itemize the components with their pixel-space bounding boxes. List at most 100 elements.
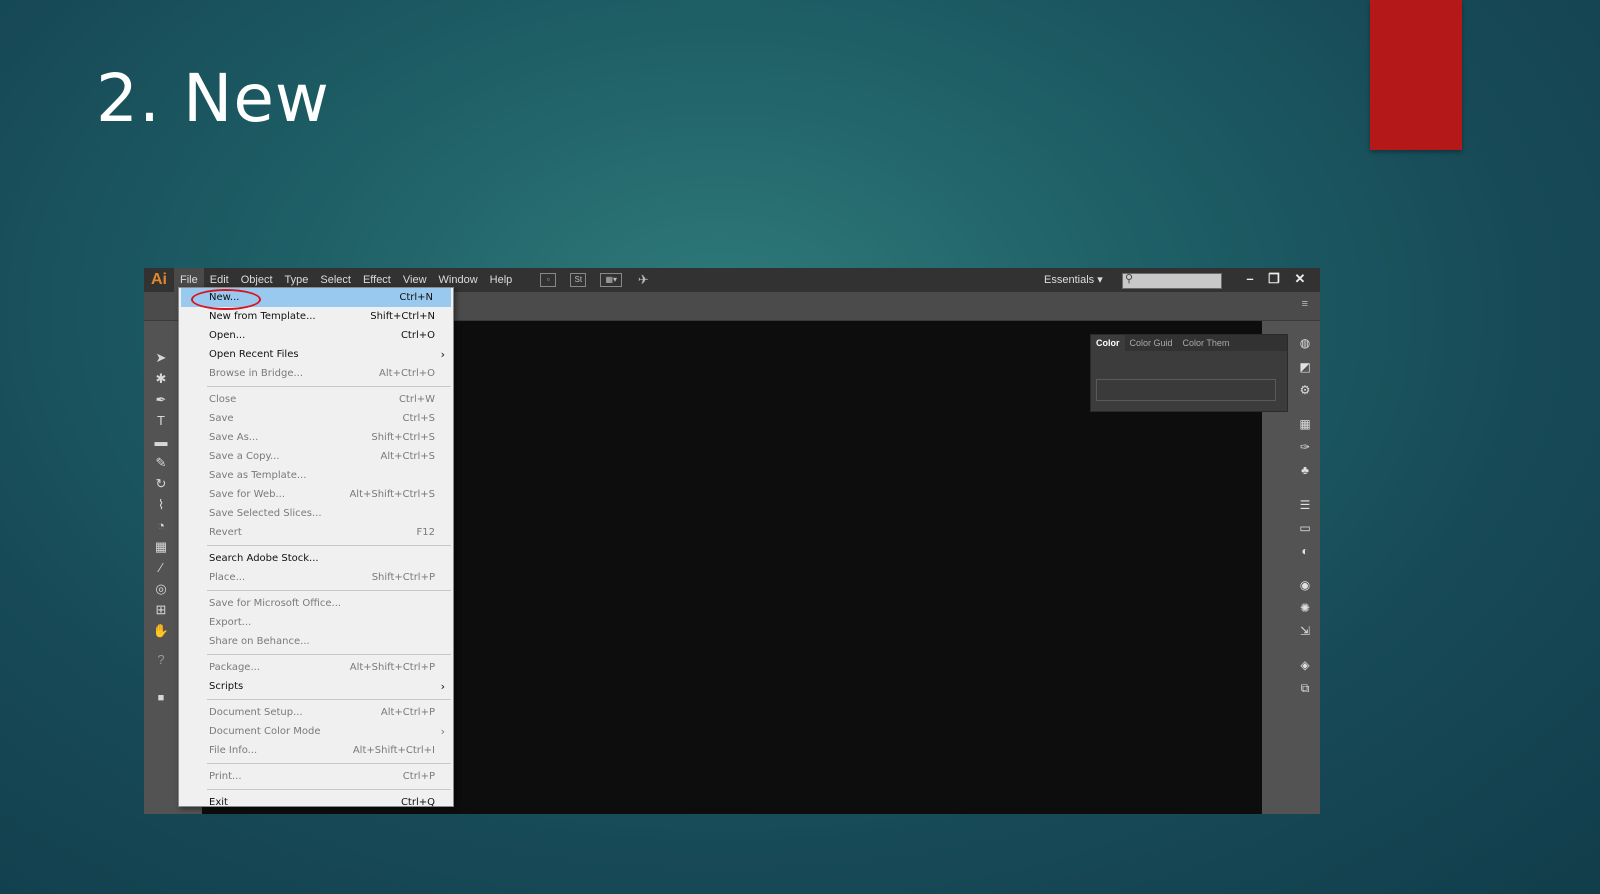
menu-item-label: Close: [209, 394, 237, 405]
menu-item-new-from-template[interactable]: New from Template... Shift+Ctrl+N: [179, 307, 453, 326]
restore-button[interactable]: ❐: [1262, 268, 1286, 292]
menu-separator: [207, 386, 451, 387]
menu-item-open[interactable]: Open... Ctrl+O: [179, 326, 453, 345]
menu-item-label: Open Recent Files: [209, 349, 299, 360]
selection-tool-icon[interactable]: ➤: [152, 349, 170, 367]
menu-item-label: Scripts: [209, 681, 244, 692]
menu-item-label: New from Template...: [209, 311, 316, 322]
menu-item-shortcut: Ctrl+W: [398, 394, 435, 405]
menu-item-label: Share on Behance...: [209, 636, 310, 647]
fill-stroke-icon[interactable]: ■: [152, 689, 170, 707]
rotate-tool-icon[interactable]: ↻: [152, 475, 170, 493]
menu-item-open-recent[interactable]: Open Recent Files ›: [179, 345, 453, 364]
menu-item-shortcut: Ctrl+N: [399, 292, 433, 303]
menu-item-save-as: Save As... Shift+Ctrl+S: [179, 428, 453, 447]
menu-item-label: New...: [209, 292, 240, 303]
control-bar-menu-icon[interactable]: ≡: [1302, 298, 1308, 310]
menu-item-scripts[interactable]: Scripts ›: [179, 677, 453, 696]
symbols-icon[interactable]: ♣: [1297, 462, 1313, 478]
color-panel: Color Color Guid Color Them: [1090, 334, 1288, 412]
workspace-label: Essentials: [1044, 274, 1095, 286]
menu-item-label: Open...: [209, 330, 246, 341]
menu-item-shortcut: Alt+Ctrl+O: [379, 368, 435, 379]
menu-item-save-template: Save as Template...: [179, 466, 453, 485]
menu-item-revert: Revert F12: [179, 523, 453, 542]
graphic-styles-icon[interactable]: ✺: [1297, 600, 1313, 616]
menu-item-label: Export...: [209, 617, 252, 628]
tab-color-guide[interactable]: Color Guid: [1125, 335, 1178, 351]
hand-tool-icon[interactable]: ✋: [152, 622, 170, 640]
pen-tool-icon[interactable]: ✒: [152, 391, 170, 409]
menu-help[interactable]: Help: [484, 268, 519, 292]
menu-item-label: Browse in Bridge...: [209, 368, 304, 379]
swatches-icon[interactable]: ▦: [1297, 416, 1313, 432]
menu-item-package: Package... Alt+Shift+Ctrl+P: [179, 658, 453, 677]
asset-export-icon[interactable]: ⇲: [1297, 623, 1313, 639]
pencil-tool-icon[interactable]: ✎: [152, 454, 170, 472]
color-spectrum[interactable]: [1096, 379, 1276, 401]
menu-item-shortcut: Ctrl+O: [400, 330, 435, 341]
menu-item-label: Search Adobe Stock...: [209, 553, 319, 564]
help-icon[interactable]: ?: [152, 651, 170, 669]
shape-builder-tool-icon[interactable]: ◔: [152, 517, 170, 535]
red-accent-bar: [1370, 0, 1462, 150]
gradient-icon[interactable]: ▭: [1297, 520, 1313, 536]
warp-tool-icon[interactable]: ⌇: [152, 496, 170, 514]
search-input[interactable]: ⚲: [1122, 273, 1222, 289]
brushes-icon[interactable]: ✑: [1297, 439, 1313, 455]
close-button[interactable]: ✕: [1288, 268, 1312, 292]
rectangle-tool-icon[interactable]: ▬: [152, 433, 170, 451]
menu-separator: [207, 654, 451, 655]
panel-dock: ◍ ◩ ⚙ ▦ ✑ ♣ ☰ ▭ ◐ ◉ ✺ ⇲ ◈ ⧉: [1290, 321, 1320, 814]
menu-item-label: Save for Microsoft Office...: [209, 598, 342, 609]
menu-item-save-ms-office: Save for Microsoft Office...: [179, 594, 453, 613]
symbol-sprayer-tool-icon[interactable]: ◎: [152, 580, 170, 598]
menu-item-shortcut: Alt+Shift+Ctrl+S: [349, 489, 435, 500]
submenu-arrow-icon: ›: [440, 348, 445, 361]
slide-title: 2. New: [96, 60, 330, 137]
type-tool-icon[interactable]: T: [152, 412, 170, 430]
stroke-icon[interactable]: ☰: [1297, 497, 1313, 513]
menu-item-exit[interactable]: Exit Ctrl+Q: [179, 793, 453, 812]
magic-wand-tool-icon[interactable]: ✱: [152, 370, 170, 388]
artboards-icon[interactable]: ⧉: [1297, 680, 1313, 696]
transparency-icon[interactable]: ◐: [1297, 543, 1313, 559]
menu-item-browse-bridge: Browse in Bridge... Alt+Ctrl+O: [179, 364, 453, 383]
menu-separator: [207, 763, 451, 764]
menu-item-label: Exit: [209, 797, 228, 808]
menu-item-shortcut: Alt+Ctrl+S: [380, 451, 435, 462]
appearance-icon[interactable]: ◉: [1297, 577, 1313, 593]
menu-item-save-copy: Save a Copy... Alt+Ctrl+S: [179, 447, 453, 466]
menu-item-label: Save: [209, 413, 234, 424]
color-panel-tabs: Color Color Guid Color Them: [1091, 335, 1287, 351]
menu-separator: [207, 590, 451, 591]
artboard-tool-icon[interactable]: ⊞: [152, 601, 170, 619]
menu-item-label: Save for Web...: [209, 489, 285, 500]
menu-item-document-setup: Document Setup... Alt+Ctrl+P: [179, 703, 453, 722]
color-panel-icon[interactable]: ◍: [1297, 335, 1313, 351]
menu-item-new[interactable]: New... Ctrl+N: [181, 288, 451, 310]
tools-panel: ➤ ✱ ✒ T ▬ ✎ ↻ ⌇ ◔ ▦ ⁄ ◎ ⊞ ✋ ? ■: [144, 321, 178, 814]
arrange-icon[interactable]: ▦▾: [600, 273, 623, 287]
tab-color-themes[interactable]: Color Them: [1178, 335, 1235, 351]
eyedropper-tool-icon[interactable]: ⁄: [152, 559, 170, 577]
menu-item-shortcut: Shift+Ctrl+N: [370, 311, 435, 322]
search-icon: ⚲: [1125, 273, 1134, 285]
menu-item-label: Print...: [209, 771, 242, 782]
submenu-arrow-icon: ›: [440, 725, 445, 738]
menu-item-label: Revert: [209, 527, 242, 538]
color-guide-icon[interactable]: ◩: [1297, 359, 1313, 375]
perspective-grid-tool-icon[interactable]: ▦: [152, 538, 170, 556]
menu-item-search-stock[interactable]: Search Adobe Stock...: [179, 549, 453, 568]
stock-icon[interactable]: St: [570, 273, 587, 287]
gpu-icon[interactable]: ✈: [636, 273, 650, 286]
menu-item-shortcut: Ctrl+P: [402, 771, 435, 782]
minimize-button[interactable]: –: [1238, 268, 1262, 292]
bridge-icon[interactable]: ▫: [540, 273, 557, 287]
color-theme-icon[interactable]: ⚙: [1297, 382, 1313, 398]
workspace-switcher[interactable]: Essentials ▾: [1044, 268, 1103, 292]
layers-icon[interactable]: ◈: [1297, 657, 1313, 673]
menu-item-shortcut: Ctrl+Q: [400, 797, 435, 808]
tab-color[interactable]: Color: [1091, 335, 1125, 351]
menu-item-label: Save Selected Slices...: [209, 508, 322, 519]
